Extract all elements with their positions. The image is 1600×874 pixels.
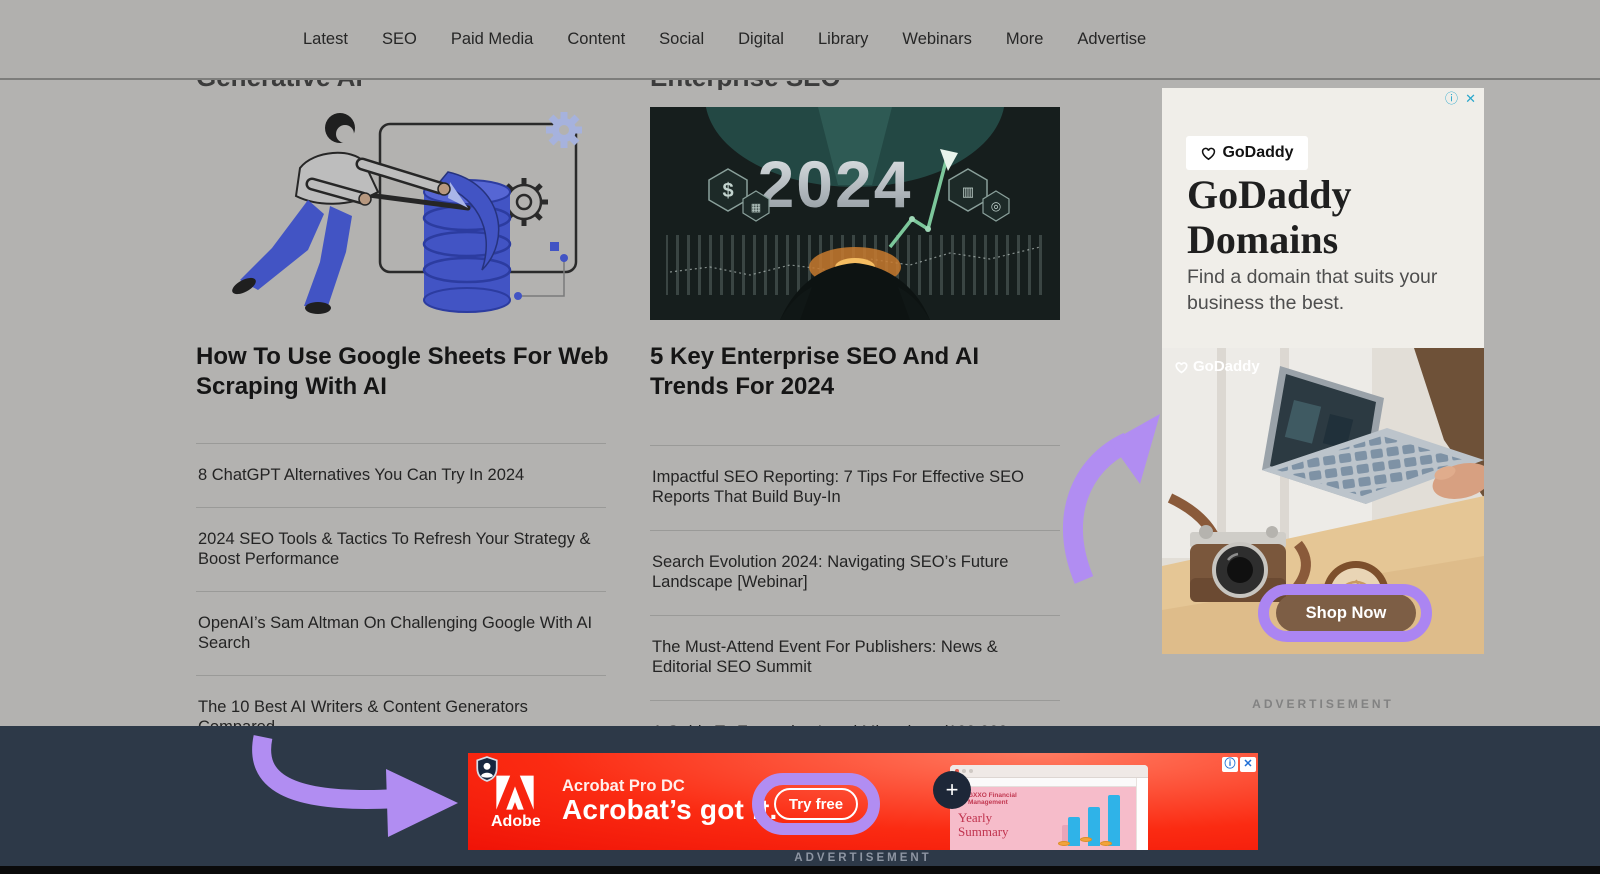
nav-item-content[interactable]: Content bbox=[567, 30, 625, 49]
adobe-logo-icon bbox=[495, 775, 535, 811]
godaddy-ad-title: GoDaddy Domains bbox=[1187, 172, 1352, 262]
nav-item-library[interactable]: Library bbox=[818, 30, 868, 49]
article-link[interactable]: OpenAI’s Sam Altman On Challenging Googl… bbox=[196, 591, 606, 675]
godaddy-logo-text: GoDaddy bbox=[1222, 144, 1293, 162]
advertisement-label-right: ADVERTISEMENT bbox=[1162, 697, 1484, 711]
nav-item-latest[interactable]: Latest bbox=[303, 30, 348, 49]
nav-item-social[interactable]: Social bbox=[659, 30, 704, 49]
acrobat-toolbar bbox=[950, 778, 1148, 787]
browser-chrome bbox=[950, 765, 1148, 778]
close-icon[interactable]: ✕ bbox=[1465, 92, 1476, 106]
nav-item-seo[interactable]: SEO bbox=[382, 30, 417, 49]
doc-company-name: GXXO Financial Management bbox=[968, 792, 1020, 806]
godaddy-ad-subtitle: Find a domain that suits your business t… bbox=[1187, 264, 1445, 316]
data-mining-illustration[interactable] bbox=[212, 90, 592, 330]
nav-item-paid-media[interactable]: Paid Media bbox=[451, 30, 534, 49]
article-link[interactable]: Search Evolution 2024: Navigating SEO’s … bbox=[650, 530, 1060, 615]
try-free-button[interactable]: Try free bbox=[774, 788, 858, 820]
pink-document: GXXO Financial Management Yearly Summary bbox=[950, 787, 1137, 850]
svg-text:▦: ▦ bbox=[751, 202, 761, 214]
nav-item-webinars[interactable]: Webinars bbox=[902, 30, 971, 49]
acrobat-tagline: Acrobat’s got it. bbox=[562, 794, 777, 826]
main-navigation: Latest SEO Paid Media Content Social Dig… bbox=[303, 0, 1146, 78]
acrobat-side-toolbar bbox=[1136, 778, 1148, 850]
year-text: 2024 bbox=[758, 147, 913, 221]
nav-item-digital[interactable]: Digital bbox=[738, 30, 784, 49]
bottom-black-strip bbox=[0, 866, 1600, 874]
adobe-wordmark: Adobe bbox=[491, 813, 541, 831]
shop-now-button[interactable]: Shop Now bbox=[1276, 594, 1416, 632]
left-section-heading-clipped: Generative AI bbox=[196, 79, 606, 90]
gear-light-icon bbox=[546, 112, 582, 148]
left-lead-headline[interactable]: How To Use Google Sheets For Web Scrapin… bbox=[196, 342, 610, 402]
godaddy-logo-badge: GoDaddy bbox=[1186, 136, 1308, 170]
nav-item-more[interactable]: More bbox=[1006, 30, 1044, 49]
godaddy-heart-icon bbox=[1174, 360, 1189, 374]
acrobat-document-preview: GXXO Financial Management Yearly Summary bbox=[950, 765, 1148, 850]
doc-title: Yearly Summary bbox=[958, 811, 1009, 838]
nav-item-advertise[interactable]: Advertise bbox=[1077, 30, 1146, 49]
svg-text:◎: ◎ bbox=[991, 199, 1001, 213]
left-article-list: 8 ChatGPT Alternatives You Can Try In 20… bbox=[196, 443, 606, 759]
godaddy-photo-logo: GoDaddy bbox=[1174, 358, 1260, 375]
advertisement-label-bottom: ADVERTISEMENT bbox=[463, 852, 1263, 864]
svg-text:▥: ▥ bbox=[962, 184, 974, 199]
godaddy-ad[interactable]: ⓘ ✕ GoDaddy GoDaddy Domains Find a domai… bbox=[1162, 88, 1484, 654]
privacy-shield-icon[interactable] bbox=[476, 756, 498, 782]
svg-text:$: $ bbox=[722, 180, 733, 202]
article-link[interactable]: Impactful SEO Reporting: 7 Tips For Effe… bbox=[650, 445, 1060, 530]
middle-lead-headline[interactable]: 5 Key Enterprise SEO And AI Trends For 2… bbox=[650, 342, 1064, 402]
article-link[interactable]: 2024 SEO Tools & Tactics To Refresh Your… bbox=[196, 507, 606, 591]
2024-trends-image[interactable]: 2024 $ ▦ ▥ ◎ bbox=[650, 107, 1060, 320]
adchoices-icon[interactable]: ⓘ bbox=[1222, 757, 1238, 772]
close-icon[interactable]: ✕ bbox=[1240, 757, 1256, 772]
middle-section-heading-clipped: Enterprise SEO bbox=[650, 79, 1060, 90]
middle-article-list: Impactful SEO Reporting: 7 Tips For Effe… bbox=[650, 445, 1060, 765]
article-link[interactable]: 8 ChatGPT Alternatives You Can Try In 20… bbox=[196, 443, 606, 507]
person-figure bbox=[230, 113, 450, 314]
expand-plus-button[interactable]: + bbox=[933, 771, 971, 809]
adchoices-icon[interactable]: ⓘ bbox=[1445, 92, 1458, 106]
godaddy-heart-icon bbox=[1200, 145, 1217, 161]
article-link[interactable]: The Must-Attend Event For Publishers: Ne… bbox=[650, 615, 1060, 700]
